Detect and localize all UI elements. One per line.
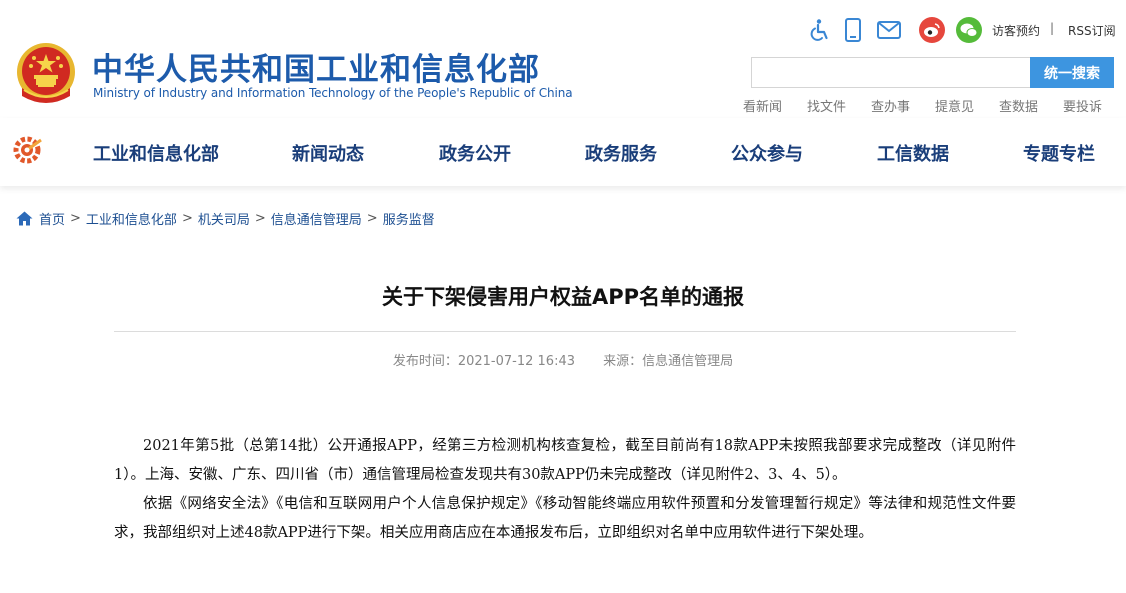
top-toolbar: 访客预约 | RSS订阅: [800, 14, 1126, 46]
title-divider: [114, 331, 1016, 332]
nav-item-gov-services[interactable]: 政务服务: [585, 140, 657, 166]
main-nav: 工业和信息化部 新闻动态 政务公开 政务服务 公众参与 工信数据 专题专栏: [0, 118, 1126, 186]
site-header: 中华人民共和国工业和信息化部 Ministry of Industry and …: [0, 0, 1126, 118]
nav-item-news[interactable]: 新闻动态: [292, 140, 364, 166]
site-title-en[interactable]: Ministry of Industry and Information Tec…: [93, 86, 573, 100]
article-source: 来源：信息通信管理局: [603, 354, 734, 369]
quick-link-data[interactable]: 查数据: [999, 96, 1038, 115]
search-input[interactable]: [751, 57, 1031, 88]
mail-icon[interactable]: [873, 14, 905, 46]
breadcrumb-ict-bureau[interactable]: 信息通信管理局: [271, 209, 362, 228]
breadcrumb-home[interactable]: 首页: [39, 209, 65, 228]
search-button[interactable]: 统一搜索: [1030, 57, 1114, 88]
quick-link-files[interactable]: 找文件: [807, 96, 846, 115]
breadcrumb-separator: >: [181, 210, 193, 226]
home-icon[interactable]: [16, 211, 33, 226]
quick-link-services[interactable]: 查办事: [871, 96, 910, 115]
mobile-icon[interactable]: [837, 14, 869, 46]
nav-item-gov-affairs-open[interactable]: 政务公开: [439, 140, 511, 166]
visit-appointment-link[interactable]: 访客预约: [992, 22, 1040, 39]
breadcrumb-separator: >: [366, 210, 378, 226]
nav-item-miit[interactable]: 工业和信息化部: [93, 140, 219, 166]
nav-item-special-topics[interactable]: 专题专栏: [1023, 140, 1095, 166]
publish-time: 发布时间：2021-07-12 16:43: [392, 354, 575, 369]
site-title-cn[interactable]: 中华人民共和国工业和信息化部: [92, 44, 540, 89]
quick-link-news[interactable]: 看新闻: [743, 96, 782, 115]
article-title: 关于下架侵害用户权益APP名单的通报: [381, 285, 745, 309]
wechat-icon[interactable]: [953, 14, 985, 46]
rss-link[interactable]: RSS订阅: [1068, 22, 1116, 39]
quick-link-complaint[interactable]: 要投诉: [1063, 96, 1102, 115]
breadcrumb-separator: >: [254, 210, 266, 226]
breadcrumb-service-supervision[interactable]: 服务监督: [383, 209, 435, 228]
article-paragraph: 2021年第5批（总第14批）公开通报APP，经第三方检测机构核查复检，截至目前…: [114, 438, 1016, 483]
breadcrumb-miit[interactable]: 工业和信息化部: [86, 209, 177, 228]
tool-separator: |: [1050, 21, 1055, 35]
national-emblem[interactable]: [14, 40, 78, 106]
article-meta: 发布时间：2021-07-12 16:43 来源：信息通信管理局: [0, 350, 1126, 369]
article-paragraph: 依据《网络安全法》《电信和互联网用户个人信息保护规定》《移动智能终端应用软件预置…: [114, 496, 1016, 541]
breadcrumb-separator: >: [70, 210, 81, 226]
breadcrumb-departments[interactable]: 机关司局: [198, 209, 250, 228]
nav-item-public-participation[interactable]: 公众参与: [731, 140, 803, 166]
nav-item-data[interactable]: 工信数据: [877, 140, 949, 166]
quick-link-feedback[interactable]: 提意见: [935, 96, 974, 115]
breadcrumb: 首页 > 工业和信息化部 > 机关司局 > 信息通信管理局 > 服务监督: [16, 208, 435, 228]
miit-logo[interactable]: [11, 134, 43, 166]
accessibility-icon[interactable]: [803, 14, 835, 46]
article-body: 2021年第5批（总第14批）公开通报APP，经第三方检测机构核查复检，截至目前…: [114, 432, 1016, 548]
weibo-icon[interactable]: [916, 14, 948, 46]
